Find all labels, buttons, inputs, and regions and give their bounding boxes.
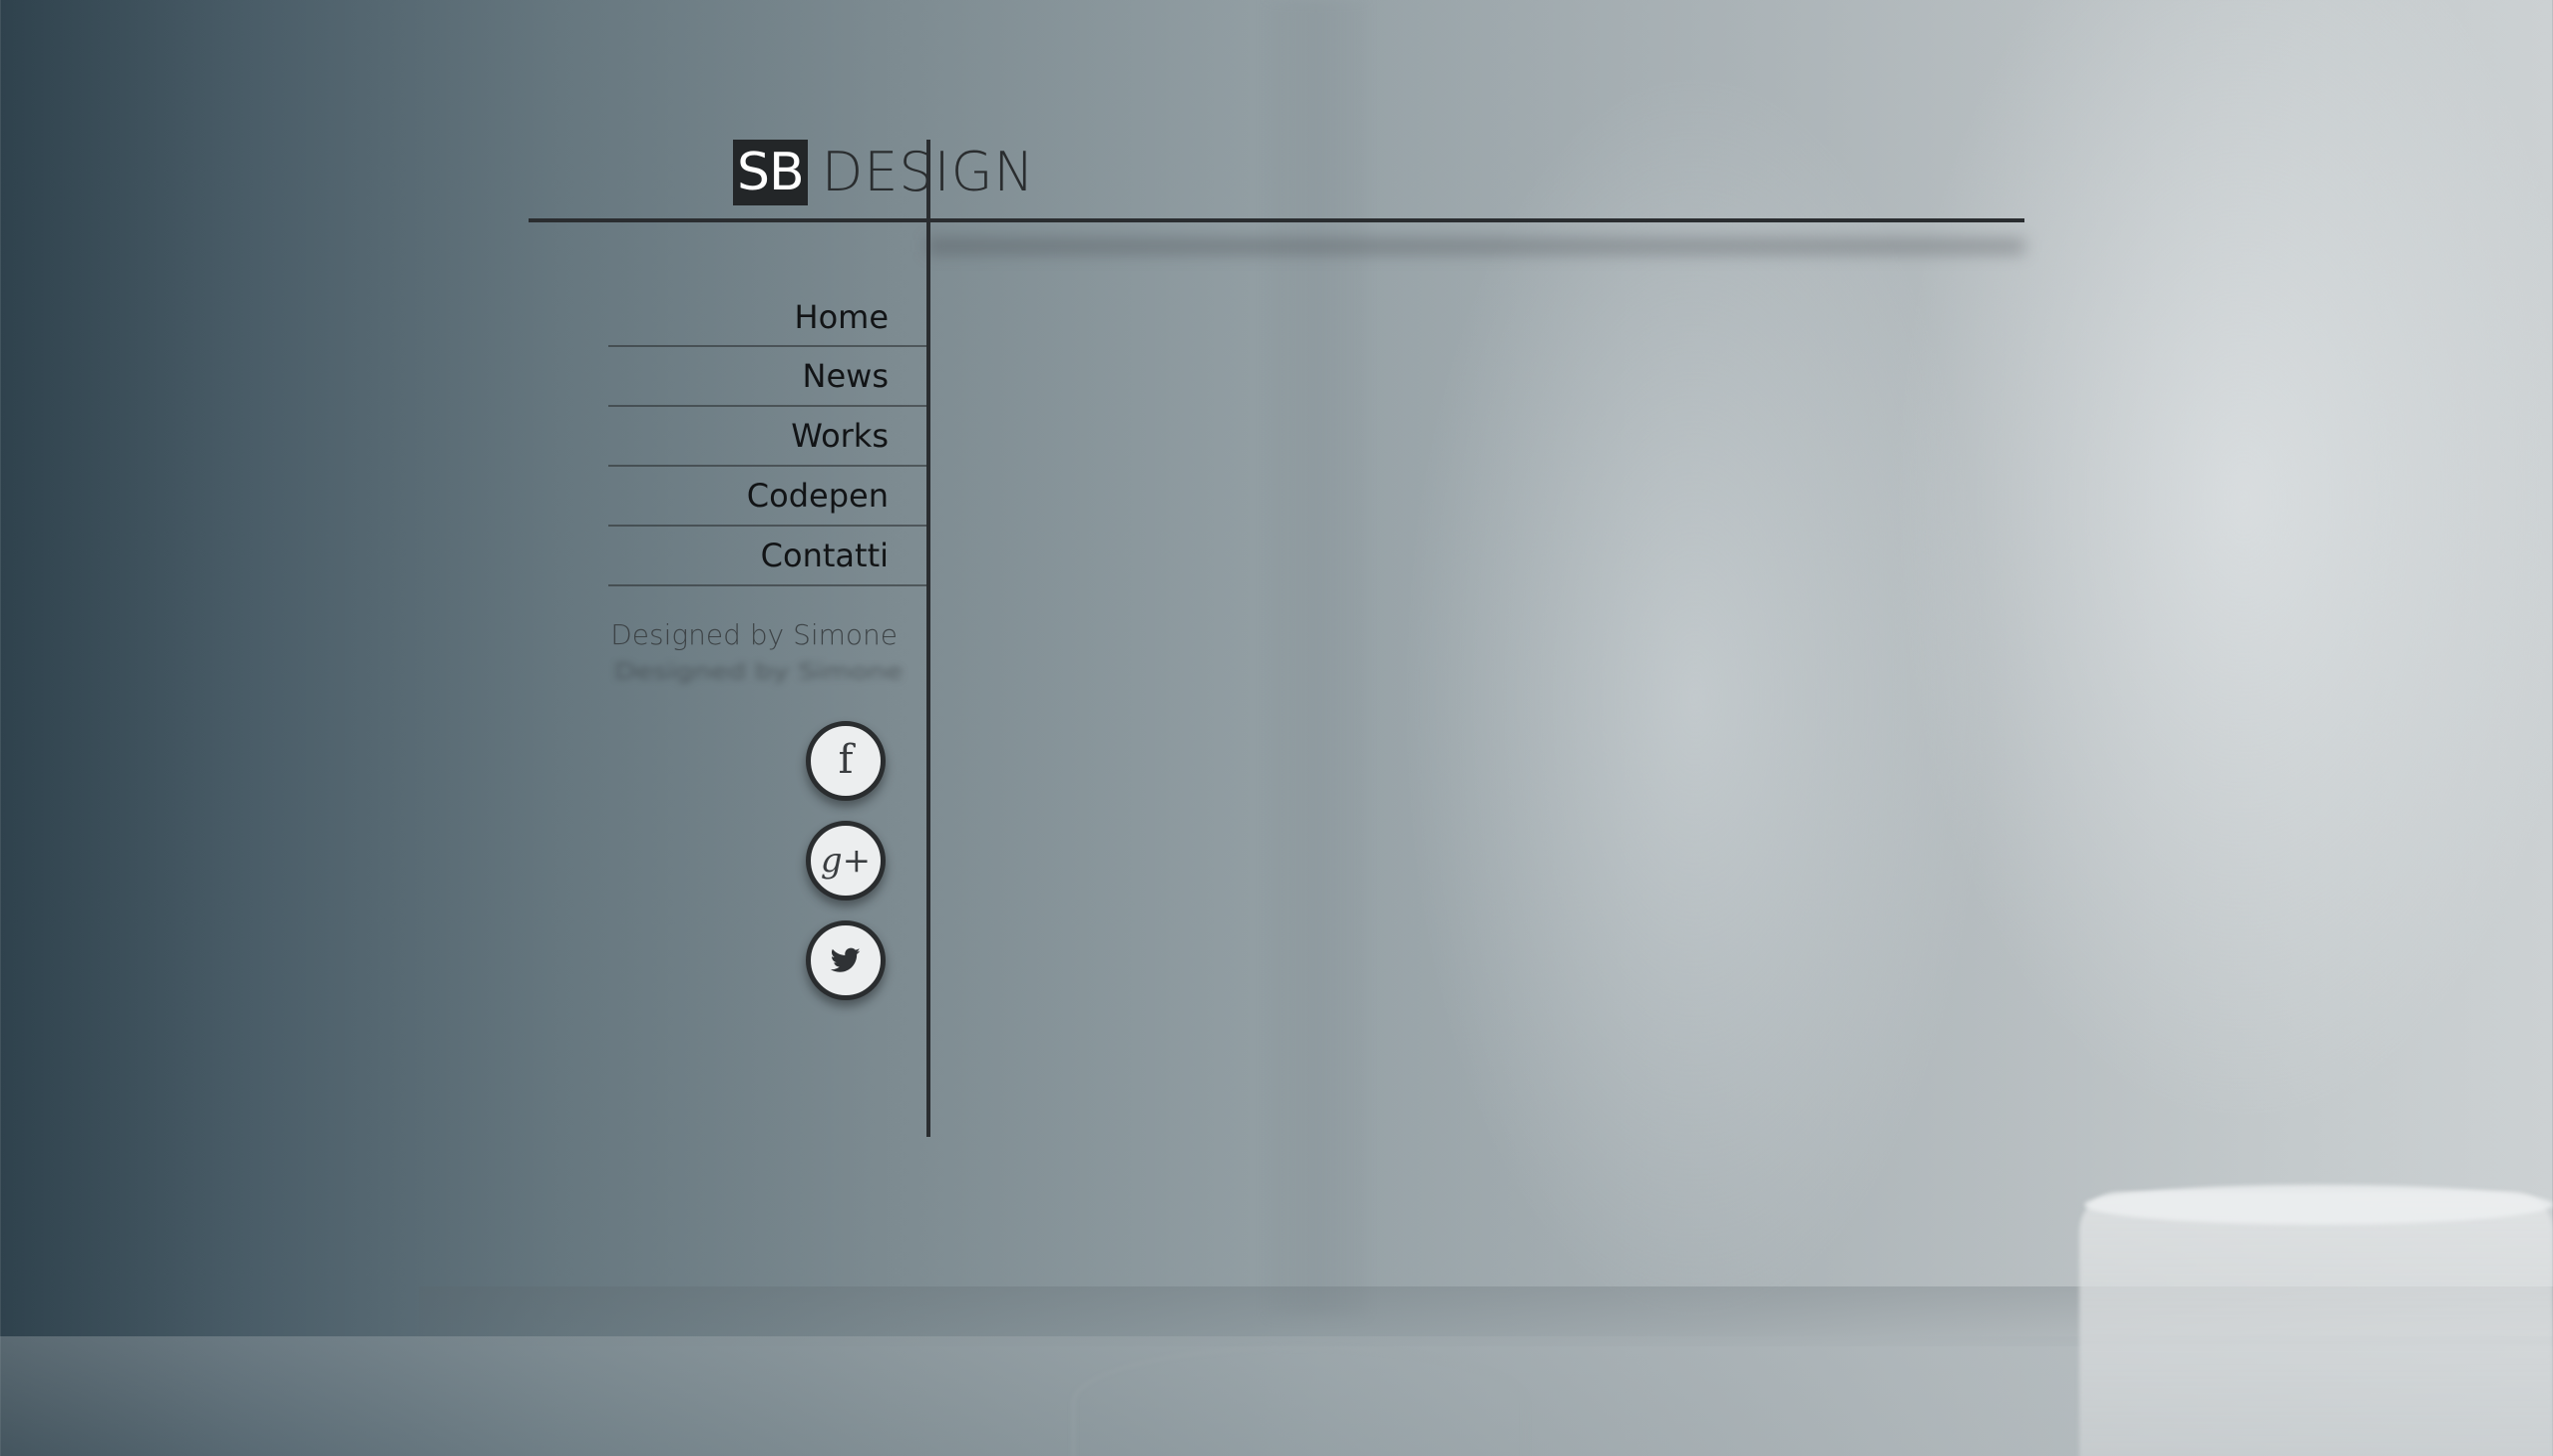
main-nav: Home News Works Codepen Contatti bbox=[608, 288, 928, 586]
nav-item-codepen[interactable]: Codepen bbox=[608, 467, 928, 527]
nav-item-label: Home bbox=[794, 297, 890, 336]
twitter-button[interactable] bbox=[806, 920, 886, 1000]
site-logo[interactable]: SB DESIGN bbox=[733, 140, 1035, 205]
designer-credit-shadow: Designed by Simone bbox=[614, 658, 903, 685]
facebook-icon: f bbox=[838, 737, 854, 783]
background-window-frame bbox=[1267, 0, 1366, 1316]
nav-item-home[interactable]: Home bbox=[608, 288, 928, 347]
nav-item-contatti[interactable]: Contatti bbox=[608, 527, 928, 586]
google-plus-icon: g+ bbox=[820, 841, 872, 881]
background-glass bbox=[1072, 1346, 1527, 1456]
nav-item-label: News bbox=[802, 357, 889, 395]
google-plus-button[interactable]: g+ bbox=[806, 821, 886, 901]
facebook-button[interactable]: f bbox=[806, 721, 886, 801]
background-floor bbox=[0, 1336, 2553, 1456]
header-rule-shadow bbox=[927, 239, 2024, 253]
nav-item-label: Works bbox=[791, 417, 889, 455]
header-rule bbox=[529, 218, 2024, 222]
nav-item-news[interactable]: News bbox=[608, 347, 928, 407]
logo-mark: SB bbox=[733, 140, 808, 205]
designer-credit: Designed by Simone bbox=[610, 618, 898, 651]
background-candle bbox=[2079, 1192, 2553, 1456]
background-candle-top bbox=[2084, 1185, 2553, 1225]
nav-item-label: Contatti bbox=[760, 537, 889, 574]
background-window-sill bbox=[419, 1286, 2553, 1346]
twitter-icon bbox=[831, 947, 861, 973]
nav-item-label: Codepen bbox=[746, 477, 889, 515]
nav-item-works[interactable]: Works bbox=[608, 407, 928, 467]
